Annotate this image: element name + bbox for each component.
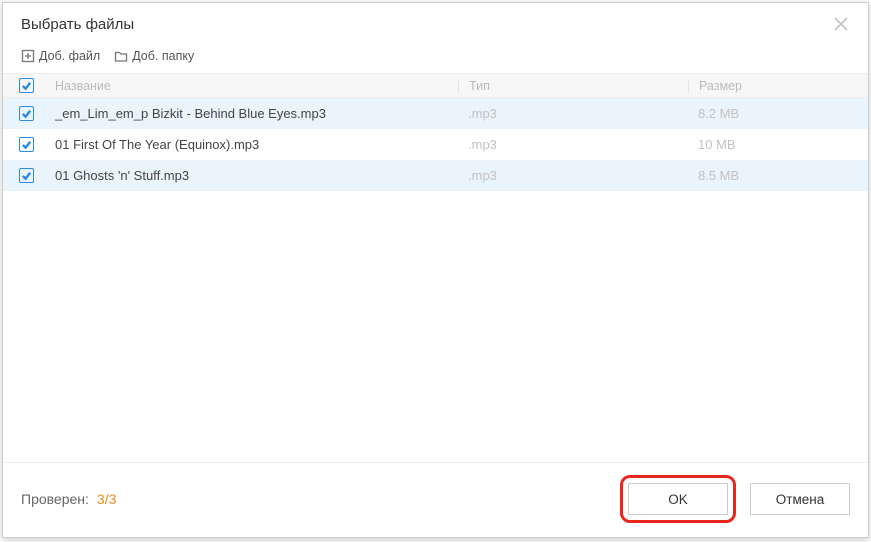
add-file-button[interactable]: Доб. файл (21, 49, 100, 63)
select-all-checkbox[interactable] (19, 78, 34, 93)
file-select-dialog: Выбрать файлы Доб. файл Доб. папку Назва… (2, 2, 869, 538)
row-checkbox[interactable] (19, 168, 34, 183)
close-button[interactable] (830, 13, 852, 35)
status-count: 3/3 (97, 491, 116, 507)
folder-icon (114, 49, 128, 63)
column-name[interactable]: Название (49, 79, 458, 93)
file-name: 01 Ghosts 'n' Stuff.mp3 (49, 168, 458, 183)
add-folder-button[interactable]: Доб. папку (114, 49, 194, 63)
table-header: Название Тип Размер (3, 73, 868, 98)
file-type: .mp3 (458, 168, 688, 183)
status-label: Проверен: (21, 491, 89, 507)
check-icon (21, 170, 32, 181)
footer-buttons: OK Отмена (620, 475, 850, 523)
row-checkbox[interactable] (19, 137, 34, 152)
footer: Проверен: 3/3 OK Отмена (3, 462, 868, 537)
column-type[interactable]: Тип (458, 79, 688, 93)
file-type: .mp3 (458, 137, 688, 152)
cancel-button[interactable]: Отмена (750, 483, 850, 515)
title-bar: Выбрать файлы (3, 3, 868, 43)
table-row[interactable]: 01 First Of The Year (Equinox).mp3 .mp3 … (3, 129, 868, 160)
table-row[interactable]: 01 Ghosts 'n' Stuff.mp3 .mp3 8.5 MB (3, 160, 868, 191)
ok-highlight: OK (620, 475, 736, 523)
check-icon (21, 108, 32, 119)
table-row[interactable]: _em_Lim_em_p Bizkit - Behind Blue Eyes.m… (3, 98, 868, 129)
check-icon (21, 80, 32, 91)
check-icon (21, 139, 32, 150)
row-checkbox[interactable] (19, 106, 34, 121)
toolbar: Доб. файл Доб. папку (3, 43, 868, 73)
close-icon (834, 17, 848, 31)
file-name: _em_Lim_em_p Bizkit - Behind Blue Eyes.m… (49, 106, 458, 121)
add-file-label: Доб. файл (39, 49, 100, 63)
file-size: 8.5 MB (688, 168, 868, 183)
ok-button[interactable]: OK (628, 483, 728, 515)
file-list: _em_Lim_em_p Bizkit - Behind Blue Eyes.m… (3, 98, 868, 462)
file-size: 10 MB (688, 137, 868, 152)
file-type: .mp3 (458, 106, 688, 121)
dialog-title: Выбрать файлы (21, 16, 134, 33)
add-file-icon (21, 49, 35, 63)
file-size: 8.2 MB (688, 106, 868, 121)
add-folder-label: Доб. папку (132, 49, 194, 63)
column-size[interactable]: Размер (688, 79, 868, 93)
file-name: 01 First Of The Year (Equinox).mp3 (49, 137, 458, 152)
